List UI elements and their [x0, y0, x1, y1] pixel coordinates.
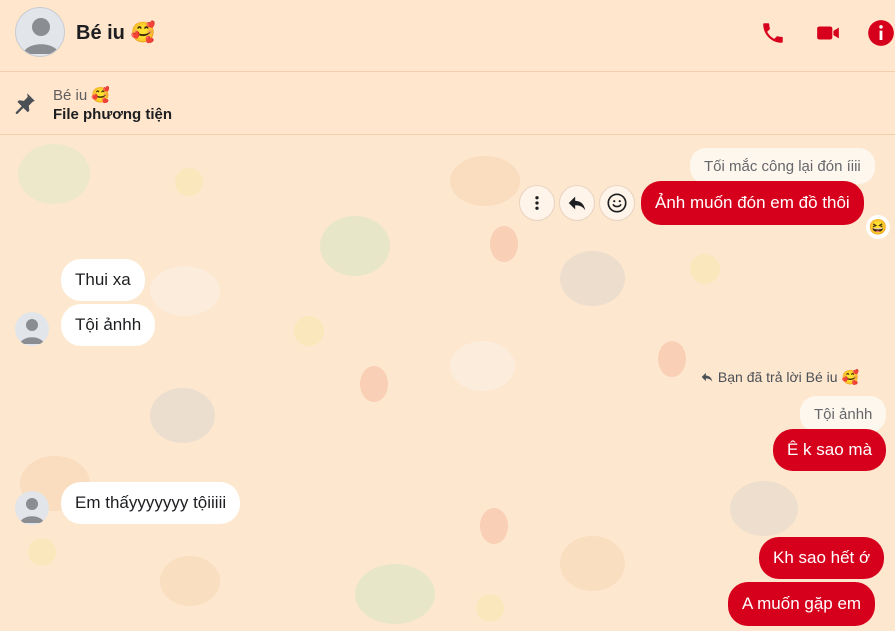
decoration [690, 254, 720, 284]
phone-icon[interactable] [758, 18, 788, 48]
avatar-placeholder-icon [23, 18, 59, 54]
message-list[interactable]: Tối mắc công lại đón íiii Ảnh muốn đón e… [0, 136, 895, 631]
decoration [18, 144, 90, 204]
info-icon[interactable] [866, 18, 895, 48]
decoration [294, 316, 324, 346]
emoji-icon[interactable] [599, 185, 635, 221]
decoration [175, 168, 203, 196]
decoration [490, 226, 518, 262]
decoration [730, 481, 798, 536]
decoration [476, 594, 504, 622]
contact-name[interactable]: Bé iu 🥰 [76, 20, 155, 45]
pinned-message-bar[interactable] [0, 72, 895, 135]
outgoing-message[interactable]: A muốn gặp em [728, 582, 876, 626]
decoration [160, 556, 220, 606]
incoming-message[interactable]: Tội ảnhh [61, 304, 156, 346]
decoration [28, 538, 56, 566]
more-icon[interactable] [519, 185, 555, 221]
outgoing-message[interactable]: Kh sao hết ớ [759, 537, 885, 579]
outgoing-message[interactable]: Ảnh muốn đón em đồ thôi [641, 181, 864, 225]
pinned-sender: Bé iu 🥰 [53, 87, 111, 104]
pin-icon [12, 90, 38, 121]
pinned-text[interactable]: File phương tiện [53, 106, 172, 123]
incoming-message[interactable]: Thui xa [61, 259, 145, 301]
outgoing-message[interactable]: Ê k sao mà [773, 429, 887, 471]
contact-avatar[interactable] [15, 7, 65, 57]
decoration [480, 508, 508, 544]
quoted-message[interactable]: Tội ảnhh [800, 396, 887, 432]
reply-indicator: Bạn đã trả lời Bé iu 🥰 [700, 369, 859, 386]
reply-arrow-icon [701, 372, 713, 382]
decoration [320, 216, 390, 276]
quoted-message[interactable]: Tối mắc công lại đón íiii [690, 148, 875, 184]
decoration [150, 388, 215, 443]
decoration [450, 156, 520, 206]
decoration [360, 366, 388, 402]
reply-icon[interactable] [559, 185, 595, 221]
incoming-message[interactable]: Em thấyyyyyyy tộiiiii [61, 482, 241, 524]
video-icon[interactable] [813, 18, 843, 48]
decoration [150, 266, 220, 316]
decoration [560, 251, 625, 306]
message-reaction[interactable]: 😆 [866, 215, 890, 239]
reply-indicator-text: Bạn đã trả lời Bé iu 🥰 [717, 369, 859, 385]
sender-avatar[interactable] [15, 491, 49, 525]
chat-header: Bé iu 🥰 [0, 0, 895, 72]
decoration [560, 536, 625, 591]
decoration [450, 341, 515, 391]
decoration [658, 341, 686, 377]
decoration [355, 564, 435, 624]
sender-avatar[interactable] [15, 312, 49, 346]
